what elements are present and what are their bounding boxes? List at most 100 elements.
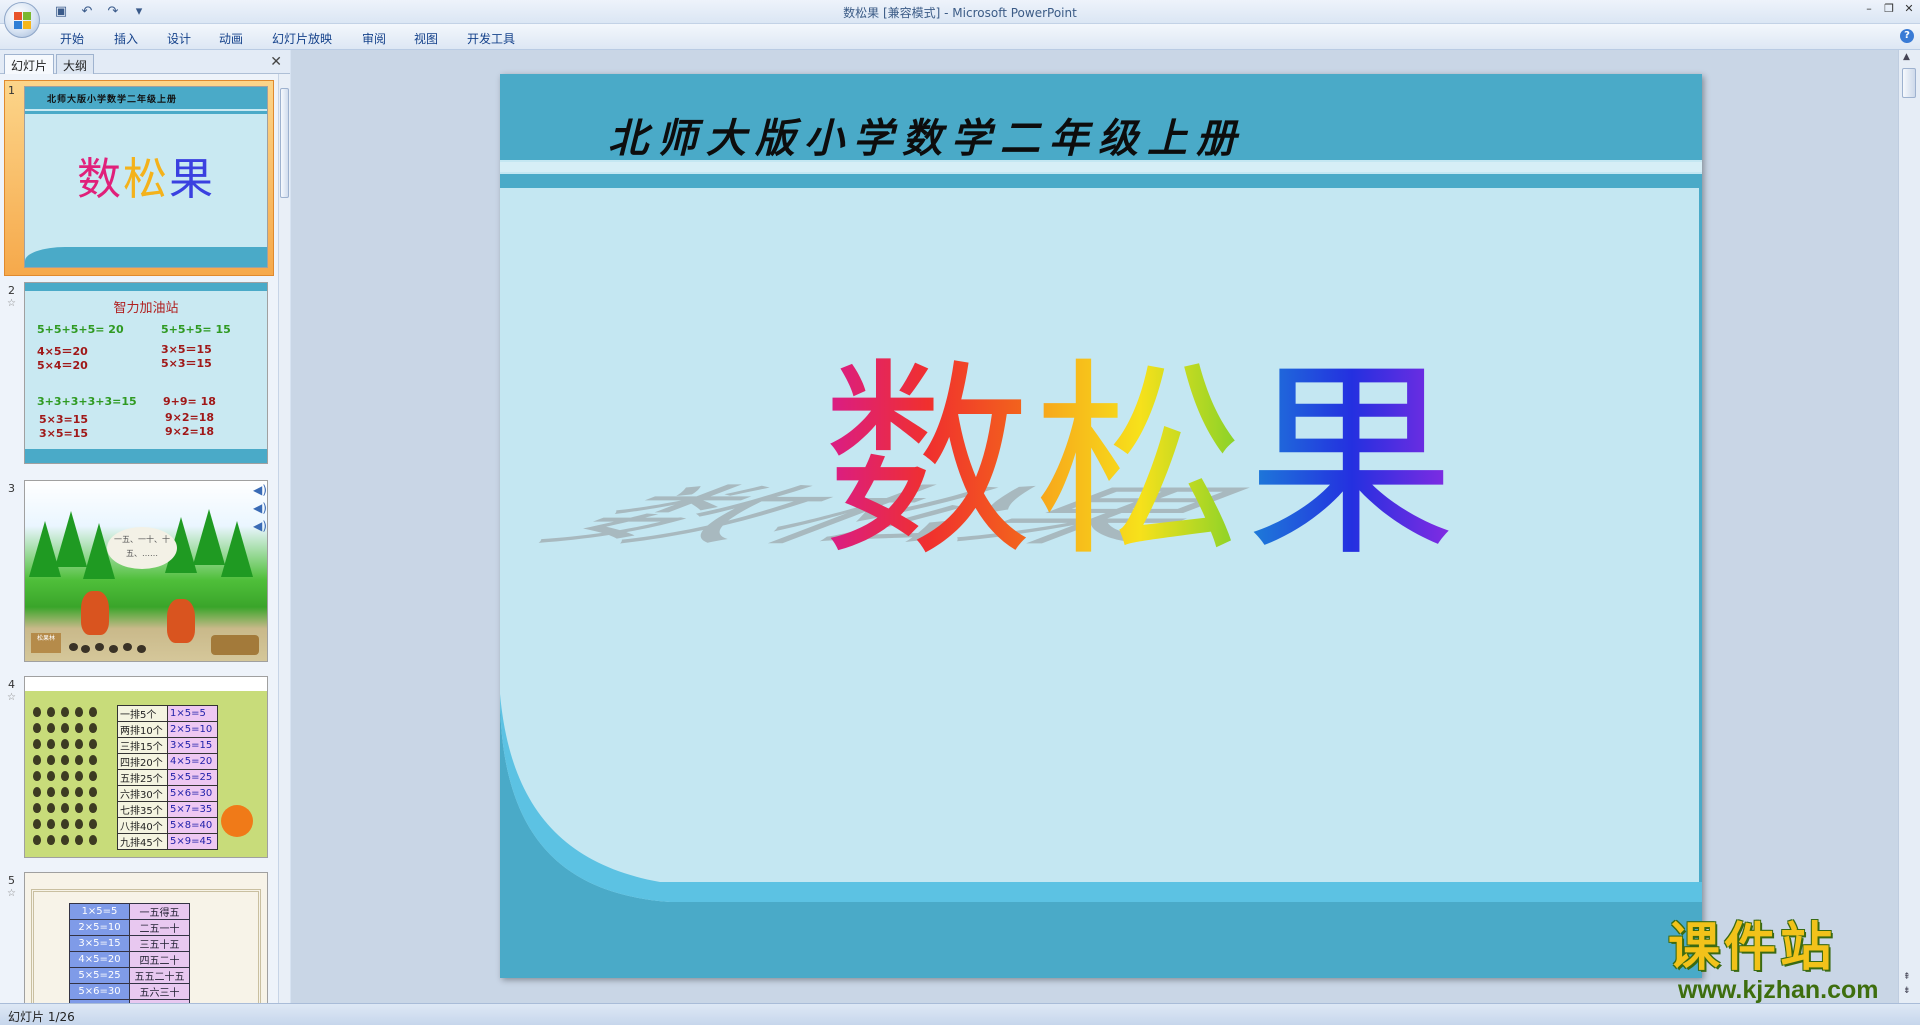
table-cell: 1×5=5 <box>69 903 130 920</box>
pinecone-icon <box>33 771 41 781</box>
pinecone-icon <box>47 803 55 813</box>
pinecone-icon <box>47 755 55 765</box>
equation: 5+5+5+5= 20 <box>37 323 124 336</box>
pinecone-icon <box>81 645 90 653</box>
table-cell: 三排15个 <box>117 737 168 754</box>
slide-canvas[interactable]: 北师大版小学数学二年级上册 数松果 数松果 <box>500 74 1702 978</box>
scrollbar-thumb[interactable] <box>1902 68 1916 98</box>
slide-number: 1 <box>8 84 15 97</box>
squirrel-icon <box>81 591 109 635</box>
table-row: 四排20个 4×5=20 <box>117 753 218 770</box>
tab-animations[interactable]: 动画 <box>219 30 243 47</box>
next-slide-icon[interactable]: ⇟ <box>1903 986 1911 996</box>
table-row: 两排10个 2×5=10 <box>117 721 218 738</box>
speaker-icon[interactable]: ◀) <box>253 501 267 515</box>
tab-view[interactable]: 视图 <box>414 30 438 47</box>
table-cell: 5×7=35 <box>167 801 218 818</box>
tab-outline[interactable]: 大纲 <box>56 54 95 74</box>
pinecone-icon <box>89 835 97 845</box>
table-row: 六排30个 5×6=30 <box>117 785 218 802</box>
scroll-up-icon[interactable]: ▲ <box>1903 52 1910 62</box>
table-cell: 4×5=20 <box>167 753 218 770</box>
speaker-icon[interactable]: ◀) <box>253 483 267 497</box>
restore-icon[interactable]: ❐ <box>1882 2 1896 16</box>
tab-slideshow[interactable]: 幻灯片放映 <box>272 30 332 47</box>
slide-thumb-2[interactable]: 智力加油站 5+5+5+5= 20 5+5+5= 15 4×5＝20 3×5＝1… <box>24 282 268 464</box>
tab-home[interactable]: 开始 <box>60 30 84 47</box>
pinecone-icon <box>75 723 83 733</box>
pinecone-icon <box>47 771 55 781</box>
thumb-footer <box>25 247 267 267</box>
site-watermark: 课件站 www.kjzhan.com <box>1668 920 1879 1005</box>
title-char: 果 <box>1246 340 1459 585</box>
thumbnails-scrollbar[interactable] <box>278 74 290 1003</box>
table-cell: 5×6=30 <box>167 785 218 802</box>
table-cell: 1×5=5 <box>167 705 218 722</box>
help-icon[interactable]: ? <box>1900 29 1914 43</box>
pinecone-icon <box>89 755 97 765</box>
slide-thumb-4[interactable]: 一排5个 1×5=5 两排10个 2×5=10 三排15个 3×5=15 四排20个 4×5=… <box>24 676 268 858</box>
pinecone-icon <box>61 723 69 733</box>
speaker-icon[interactable]: ◀) <box>253 519 267 533</box>
pinecone-icon <box>61 835 69 845</box>
animation-star-icon: ☆ <box>7 298 16 309</box>
table-row: 5×5=25 五五二十五 <box>69 967 190 984</box>
pinecone-icon <box>33 803 41 813</box>
slide-thumb-3[interactable]: 一五、一十、十五、…… 松果林 ◀) ◀) ◀) <box>24 480 268 662</box>
table-row: 2×5=10 二五一十 <box>69 919 190 936</box>
equation: 5×3＝15 <box>161 357 212 370</box>
table-cell: 四排20个 <box>117 753 168 770</box>
equation: 3×5=15 <box>39 427 89 440</box>
pinecone-icon <box>33 835 41 845</box>
close-icon[interactable]: ✕ <box>1902 2 1916 16</box>
slide-thumb-5[interactable]: 1×5=5 一五得五 2×5=10 二五一十 3×5=15 三五十五 4×5=20 四五二十 5… <box>24 872 268 1003</box>
thumb-title-char: 数 <box>77 154 123 205</box>
pinecone-icon <box>47 707 55 717</box>
thumb-title: 智力加油站 <box>113 301 179 316</box>
pinecone-icon <box>109 645 118 653</box>
previous-slide-icon[interactable]: ⇞ <box>1903 972 1911 982</box>
pinecone-icon <box>33 739 41 749</box>
window-title: 数松果 [兼容模式] - Microsoft PowerPoint <box>843 6 1077 20</box>
table-cell: 一排5个 <box>117 705 168 722</box>
watermark-logo-text: 课件站 <box>1668 917 1837 978</box>
table-cell: 八排40个 <box>117 817 168 834</box>
pinecone-icon <box>33 723 41 733</box>
table-cell: 5×9=45 <box>167 833 218 850</box>
tab-insert[interactable]: 插入 <box>114 30 138 47</box>
animation-star-icon: ☆ <box>7 888 16 899</box>
pinecone-icon <box>89 707 97 717</box>
pinecone-icon <box>95 643 104 651</box>
pinecone-icon <box>89 723 97 733</box>
thumb-header-line <box>25 111 267 114</box>
pinecone-icon <box>75 835 83 845</box>
table-cell: 五五二十五 <box>129 967 190 984</box>
pinecone-icon <box>89 739 97 749</box>
table-cell: 六排30个 <box>117 785 168 802</box>
tab-review[interactable]: 审阅 <box>362 30 386 47</box>
canvas-scrollbar[interactable]: ▲ ⇞ ⇟ <box>1898 50 1920 1003</box>
table-cell: 二五一十 <box>129 919 190 936</box>
pinecone-icon <box>75 819 83 829</box>
tab-developer[interactable]: 开发工具 <box>467 30 515 47</box>
scrollbar-thumb[interactable] <box>280 88 289 198</box>
table-cell: 四五二十 <box>129 951 190 968</box>
slide-thumb-1[interactable]: 北师大版小学数学二年级上册 数松果 <box>24 86 268 268</box>
pinecone-icon <box>61 755 69 765</box>
thumb-header-text: 北师大版小学数学二年级上册 <box>47 95 178 105</box>
pinecone-icon <box>33 787 41 797</box>
tab-slides[interactable]: 幻灯片 <box>4 54 55 74</box>
office-logo-icon <box>14 12 32 30</box>
table-cell: 5×5=25 <box>69 967 130 984</box>
thumb-footer <box>25 449 267 463</box>
tab-design[interactable]: 设计 <box>167 30 191 47</box>
table-row: 五排25个 5×5=25 <box>117 769 218 786</box>
office-button[interactable] <box>4 2 40 38</box>
minimize-icon[interactable]: – <box>1862 2 1876 16</box>
slide-title[interactable]: 数松果 <box>822 358 1458 568</box>
pinecone-icon <box>47 739 55 749</box>
close-pane-icon[interactable]: ✕ <box>270 54 282 70</box>
pinecone-icon <box>89 787 97 797</box>
pinecone-icon <box>33 755 41 765</box>
squirrel-icon <box>167 599 195 643</box>
